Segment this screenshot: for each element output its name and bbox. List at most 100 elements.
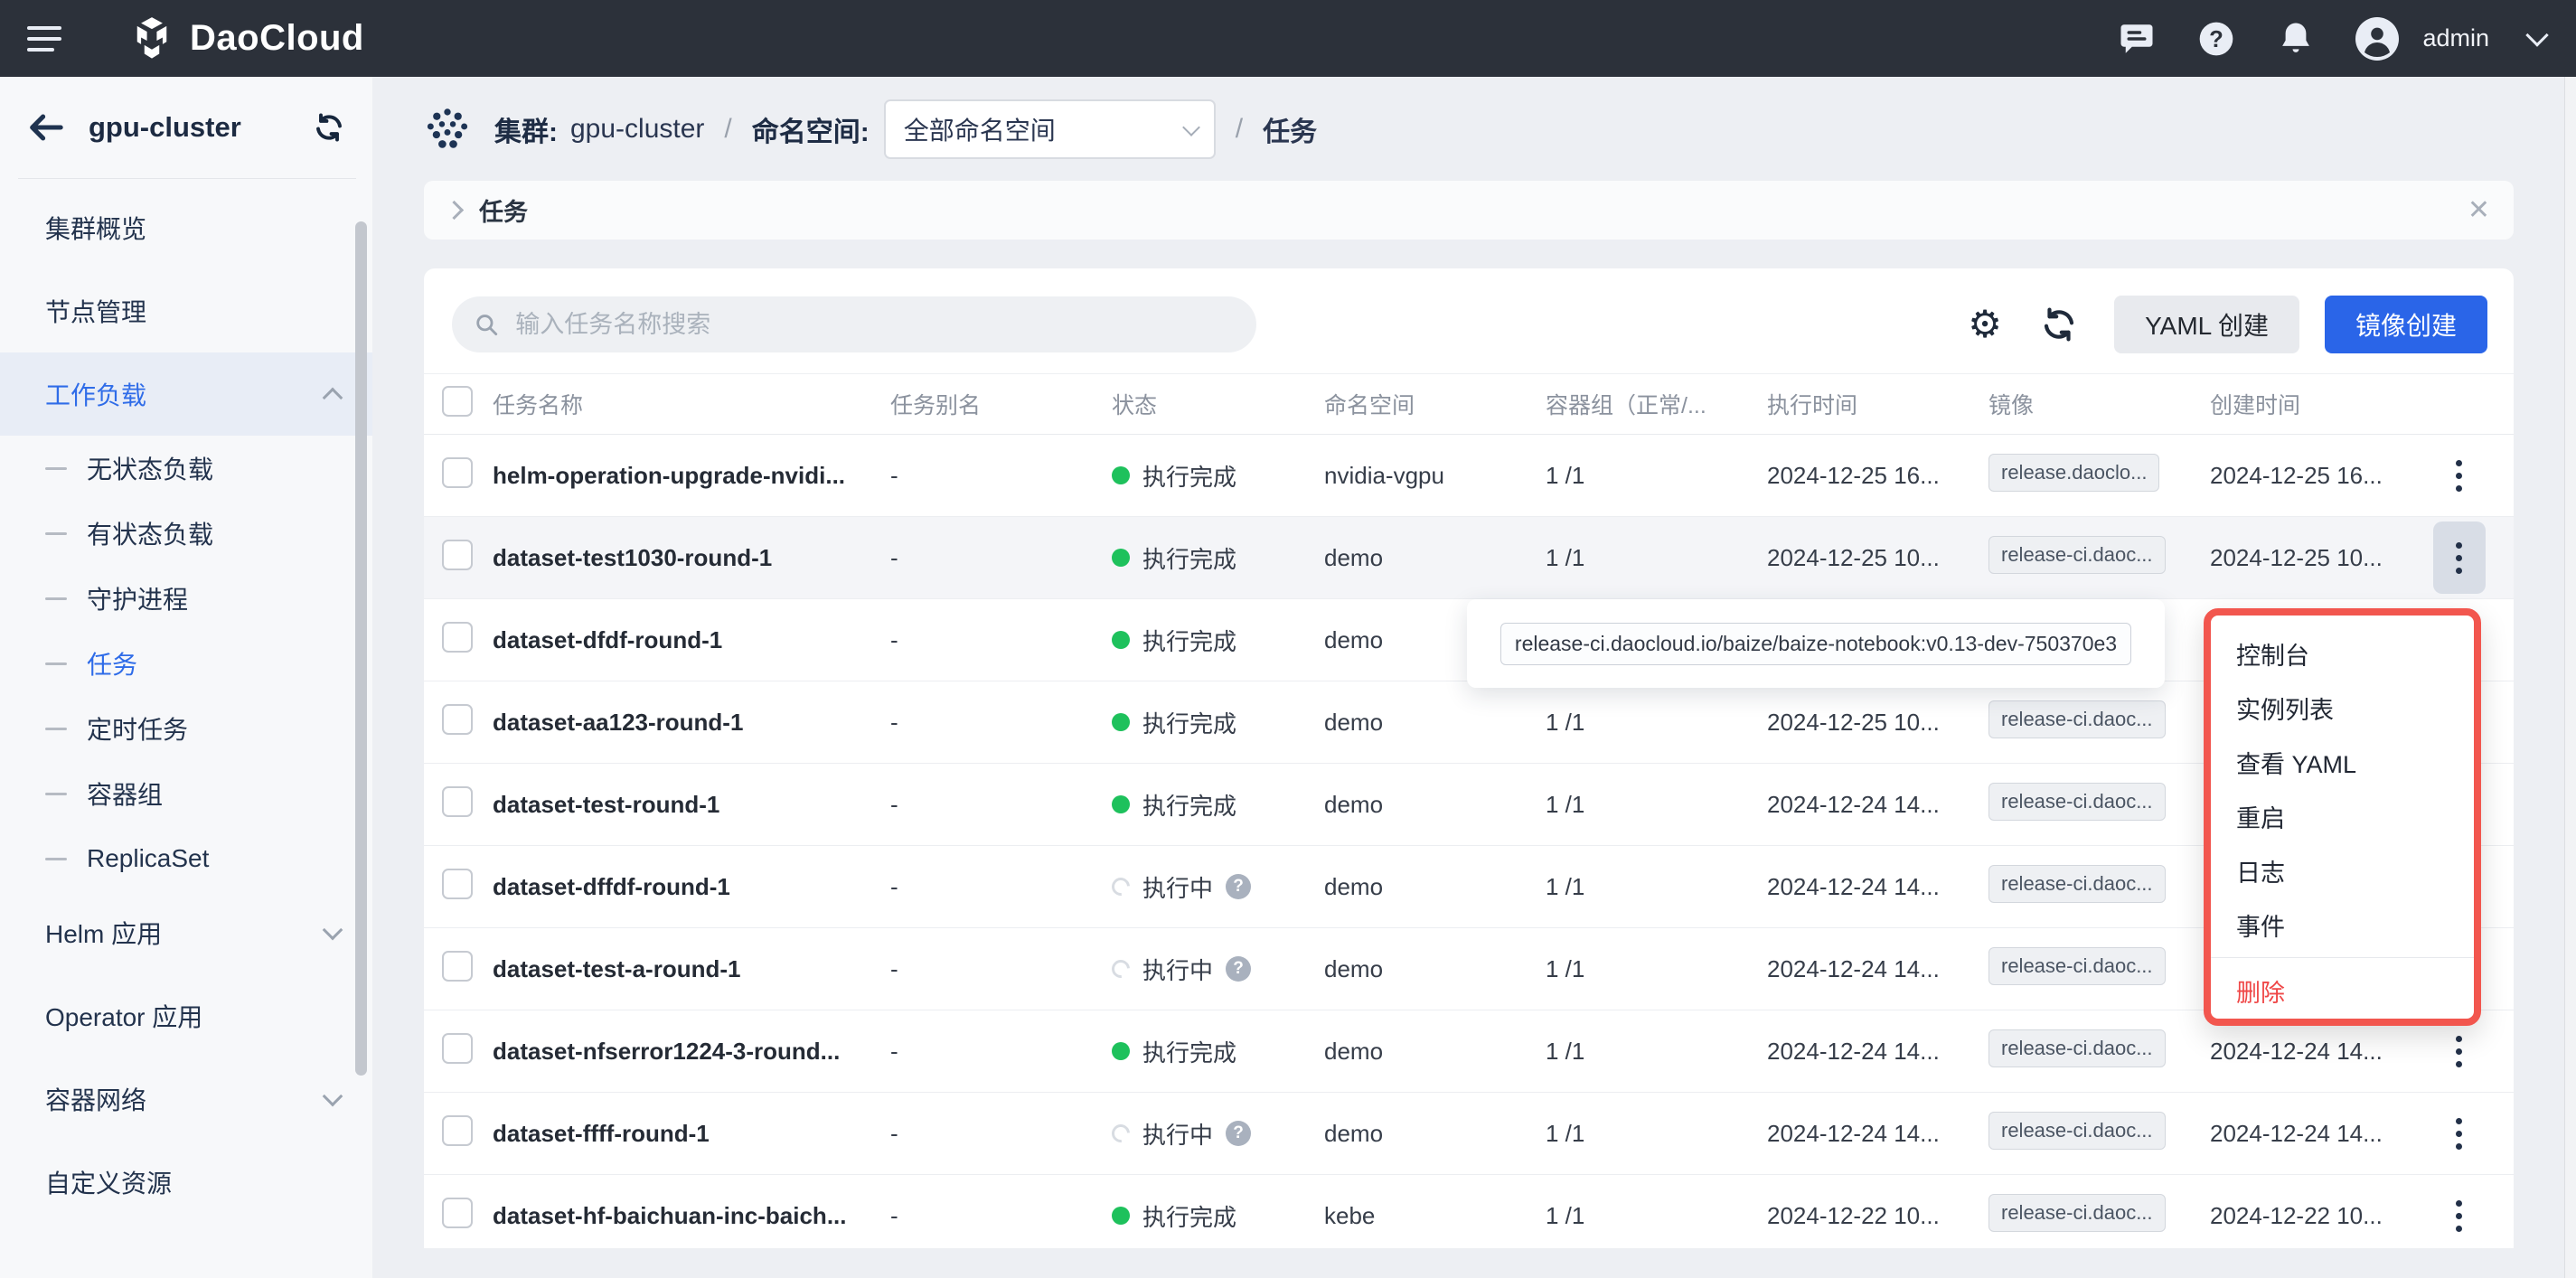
row-checkbox[interactable] (442, 1198, 473, 1228)
namespace-label: 命名空间: (752, 109, 870, 149)
image-chip[interactable]: release-ci.daoc... (1988, 783, 2166, 821)
cell-task-name[interactable]: dataset-aa123-round-1 (493, 709, 890, 737)
help-icon[interactable]: ? (2196, 19, 2236, 59)
chevron-down-icon (1182, 118, 1200, 136)
sidebar-item-3[interactable]: 无状态负载 (0, 436, 372, 501)
sidebar-item-7[interactable]: 定时任务 (0, 696, 372, 761)
search-box[interactable] (452, 296, 1256, 352)
cell-pods: 1 /1 (1546, 791, 1767, 819)
bell-icon[interactable] (2276, 19, 2316, 59)
row-checkbox[interactable] (442, 869, 473, 899)
row-checkbox[interactable] (442, 457, 473, 488)
image-chip[interactable]: release.daoclo... (1988, 454, 2159, 492)
image-chip[interactable]: release-ci.daoc... (1988, 947, 2166, 985)
row-checkbox[interactable] (442, 786, 473, 817)
table-row: dataset-hf-baichuan-inc-baich... - 执行完成 … (424, 1175, 2514, 1248)
cluster-value[interactable]: gpu-cluster (570, 114, 704, 145)
sidebar-menu: 集群概览 节点管理 工作负载 无状态负载 有状态负载 守护进程 任务 定时任务 … (0, 179, 372, 1224)
cell-task-name[interactable]: dataset-dfdf-round-1 (493, 626, 890, 654)
user-avatar[interactable] (2355, 17, 2399, 61)
sidebar-item-13[interactable]: 自定义资源 (0, 1141, 372, 1224)
sidebar-item-8[interactable]: 容器组 (0, 761, 372, 826)
context-menu-item[interactable]: 重启 (2211, 789, 2474, 843)
image-chip[interactable]: release-ci.daoc... (1988, 1194, 2166, 1232)
sidebar-item-5[interactable]: 守护进程 (0, 566, 372, 631)
cell-task-name[interactable]: dataset-test1030-round-1 (493, 544, 890, 572)
column-header: 任务名称 (493, 388, 890, 420)
sidebar-item-label: Operator 应用 (45, 998, 202, 1034)
row-checkbox[interactable] (442, 951, 473, 982)
select-all-checkbox[interactable] (442, 386, 473, 417)
row-checkbox[interactable] (442, 622, 473, 653)
chat-icon[interactable] (2117, 19, 2157, 59)
switch-cluster-icon[interactable] (311, 111, 347, 144)
cell-task-alias: - (890, 462, 1112, 490)
cell-task-name[interactable]: dataset-test-round-1 (493, 791, 890, 819)
refresh-icon[interactable] (2038, 304, 2080, 345)
image-chip[interactable]: release-ci.daoc... (1988, 865, 2166, 903)
kebab-menu-icon[interactable] (2433, 1015, 2486, 1087)
chevron-right-icon[interactable] (445, 201, 464, 220)
image-chip[interactable]: release-ci.daoc... (1988, 536, 2166, 574)
yaml-create-button[interactable]: YAML 创建 (2114, 296, 2299, 353)
cell-task-name[interactable]: helm-operation-upgrade-nvidi... (493, 462, 890, 490)
kebab-menu-icon[interactable] (2433, 522, 2486, 594)
question-mark-icon[interactable]: ? (1226, 1121, 1251, 1146)
sidebar-item-12[interactable]: 容器网络 (0, 1057, 372, 1141)
context-menu-item[interactable]: 实例列表 (2211, 681, 2474, 735)
context-menu-item-delete[interactable]: 删除 (2211, 963, 2474, 1018)
image-create-button[interactable]: 镜像创建 (2325, 296, 2487, 353)
cell-pods: 1 /1 (1546, 544, 1767, 572)
context-menu-item[interactable]: 事件 (2211, 897, 2474, 952)
context-menu-item[interactable]: 查看 YAML (2211, 735, 2474, 789)
close-icon[interactable]: ✕ (2468, 197, 2490, 224)
question-mark-icon[interactable]: ? (1226, 956, 1251, 982)
cell-task-name[interactable]: dataset-test-a-round-1 (493, 955, 890, 983)
cell-task-name[interactable]: dataset-dffdf-round-1 (493, 873, 890, 901)
hamburger-menu-icon[interactable] (27, 26, 61, 52)
sidebar-scrollbar[interactable] (355, 221, 367, 1076)
row-checkbox[interactable] (442, 704, 473, 735)
divider (2211, 957, 2474, 958)
context-menu-item[interactable]: 日志 (2211, 843, 2474, 897)
sidebar-item-1[interactable]: 节点管理 (0, 269, 372, 352)
kebab-menu-icon[interactable] (2433, 1097, 2486, 1170)
question-mark-icon[interactable]: ? (1226, 874, 1251, 899)
cell-pods: 1 /1 (1546, 1120, 1767, 1148)
sidebar: gpu-cluster 集群概览 节点管理 工作负载 无状态负载 有状态负载 守… (0, 77, 373, 1278)
image-chip[interactable]: release-ci.daoc... (1988, 1112, 2166, 1150)
kebab-menu-icon[interactable] (2433, 439, 2486, 512)
context-menu-item[interactable]: 控制台 (2211, 626, 2474, 681)
sidebar-item-0[interactable]: 集群概览 (0, 186, 372, 269)
namespace-select[interactable]: 全部命名空间 (884, 99, 1216, 159)
row-checkbox[interactable] (442, 540, 473, 570)
cell-task-name[interactable]: dataset-nfserror1224-3-round... (493, 1038, 890, 1066)
table-row: helm-operation-upgrade-nvidi... - 执行完成 n… (424, 435, 2514, 517)
cell-task-alias: - (890, 626, 1112, 654)
settings-gear-icon[interactable]: ⚙ (1964, 304, 2006, 345)
sidebar-item-9[interactable]: ReplicaSet (0, 826, 372, 891)
sidebar-item-4[interactable]: 有状态负载 (0, 501, 372, 566)
user-menu-chevron-icon[interactable] (2525, 23, 2548, 46)
cell-pods: 1 /1 (1546, 1202, 1767, 1230)
cell-task-name[interactable]: dataset-hf-baichuan-inc-baich... (493, 1202, 890, 1230)
sidebar-item-11[interactable]: Operator 应用 (0, 974, 372, 1057)
row-checkbox[interactable] (442, 1115, 473, 1146)
status-dot-icon (1112, 1207, 1130, 1225)
table-row: dataset-ffff-round-1 - 执行中 ? demo 1 /1 2… (424, 1093, 2514, 1175)
kebab-menu-icon[interactable] (2433, 1179, 2486, 1248)
dash-icon (45, 532, 67, 535)
image-chip[interactable]: release-ci.daoc... (1988, 1029, 2166, 1067)
image-tooltip-text: release-ci.daocloud.io/baize/baize-noteb… (1500, 623, 2131, 665)
page-scrollbar[interactable] (2564, 77, 2576, 1278)
image-chip[interactable]: release-ci.daoc... (1988, 700, 2166, 738)
row-checkbox[interactable] (442, 1033, 473, 1064)
search-input[interactable] (513, 310, 1235, 340)
cell-pods: 1 /1 (1546, 462, 1767, 490)
sidebar-item-6[interactable]: 任务 (0, 631, 372, 696)
sidebar-item-2[interactable]: 工作负载 (0, 352, 372, 436)
back-arrow-icon[interactable] (27, 112, 65, 143)
cell-task-name[interactable]: dataset-ffff-round-1 (493, 1120, 890, 1148)
sidebar-item-10[interactable]: Helm 应用 (0, 891, 372, 974)
cluster-icon (424, 106, 471, 153)
